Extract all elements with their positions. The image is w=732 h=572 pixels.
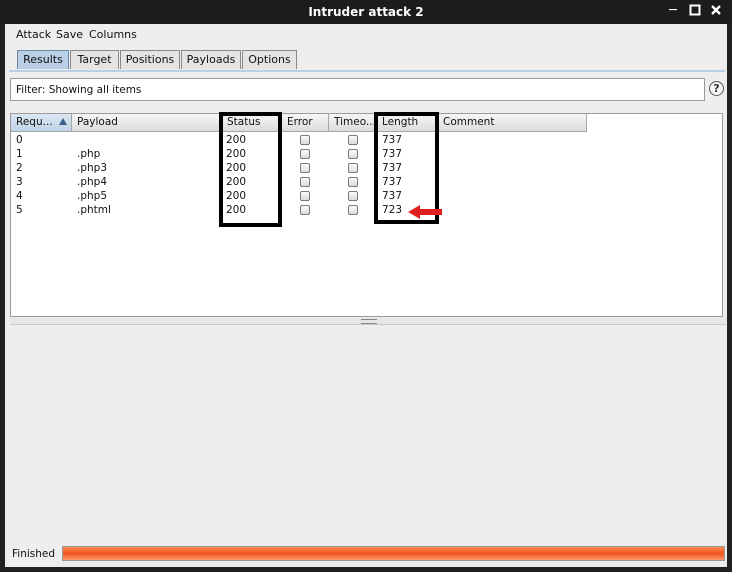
column-header-payload[interactable]: Payload: [72, 114, 222, 131]
table-row[interactable]: 3 .php4 200 737: [11, 175, 587, 189]
cell-length: 723: [382, 204, 403, 216]
table-row[interactable]: 0 200 737: [11, 133, 587, 147]
timeout-checkbox[interactable]: [348, 149, 358, 159]
menu-columns[interactable]: Columns: [89, 28, 137, 41]
table-row[interactable]: 4 .php5 200 737: [11, 189, 587, 203]
error-checkbox[interactable]: [300, 177, 310, 187]
filter-text: Filter: Showing all items: [16, 84, 142, 96]
cell-length: 737: [382, 190, 403, 202]
menu-attack[interactable]: Attack: [16, 28, 51, 41]
error-checkbox[interactable]: [300, 205, 310, 215]
table-row[interactable]: 2 .php3 200 737: [11, 161, 587, 175]
cell-request: 2: [16, 162, 23, 174]
cell-status: 200: [226, 204, 247, 216]
progress-bar: [62, 546, 725, 561]
table-row[interactable]: 1 .php 200 737: [11, 147, 587, 161]
cell-request: 5: [16, 204, 23, 216]
status-bar: Finished: [5, 542, 727, 566]
help-icon[interactable]: ?: [709, 81, 724, 96]
progress-fill: [63, 547, 724, 560]
column-header-timeout[interactable]: Timeo...: [329, 114, 377, 131]
tab-underline: [9, 70, 725, 72]
timeout-checkbox[interactable]: [348, 177, 358, 187]
cell-payload: .php4: [77, 176, 108, 188]
tab-results[interactable]: Results: [17, 50, 69, 69]
cell-status: 200: [226, 162, 247, 174]
column-header-length[interactable]: Length: [377, 114, 438, 131]
cell-length: 737: [382, 162, 403, 174]
timeout-checkbox[interactable]: [348, 135, 358, 145]
sort-ascending-icon: [59, 118, 67, 125]
cell-status: 200: [226, 190, 247, 202]
tab-options[interactable]: Options: [242, 50, 297, 69]
request-response-pane: [8, 325, 726, 535]
cell-status: 200: [226, 134, 247, 146]
timeout-checkbox[interactable]: [348, 205, 358, 215]
column-header-request-label: Requ...: [16, 116, 53, 128]
tab-strip: Results Target Positions Payloads Option…: [5, 46, 727, 72]
maximize-icon[interactable]: [688, 4, 702, 18]
column-header-request[interactable]: Requ...: [11, 114, 72, 131]
cell-request: 0: [16, 134, 23, 146]
cell-payload: .php: [77, 148, 101, 160]
filter-bar[interactable]: Filter: Showing all items: [10, 78, 705, 101]
splitter-grip-icon[interactable]: [361, 319, 377, 324]
cell-request: 4: [16, 190, 23, 202]
minimize-icon[interactable]: ─: [666, 4, 680, 18]
error-checkbox[interactable]: [300, 135, 310, 145]
cell-status: 200: [226, 176, 247, 188]
title-bar[interactable]: Intruder attack 2 ─: [0, 0, 732, 24]
menu-bar: Attack Save Columns: [5, 24, 727, 46]
cell-length: 737: [382, 148, 403, 160]
cell-request: 1: [16, 148, 23, 160]
column-header-error[interactable]: Error: [282, 114, 329, 131]
intruder-attack-window: Intruder attack 2 ─ Attack Save Columns …: [0, 0, 732, 572]
results-table: Requ... Payload Status Error Timeo... Le…: [10, 113, 723, 317]
tab-target[interactable]: Target: [70, 50, 119, 69]
table-row[interactable]: 5 .phtml 200 723: [11, 203, 587, 217]
menu-save[interactable]: Save: [56, 28, 83, 41]
cell-length: 737: [382, 176, 403, 188]
timeout-checkbox[interactable]: [348, 191, 358, 201]
cell-length: 737: [382, 134, 403, 146]
close-icon[interactable]: [709, 4, 723, 18]
tab-positions[interactable]: Positions: [120, 50, 180, 69]
error-checkbox[interactable]: [300, 191, 310, 201]
error-checkbox[interactable]: [300, 149, 310, 159]
cell-payload: .php3: [77, 162, 108, 174]
error-checkbox[interactable]: [300, 163, 310, 173]
window-title: Intruder attack 2: [308, 5, 424, 19]
cell-payload: .phtml: [77, 204, 111, 216]
tab-payloads[interactable]: Payloads: [181, 50, 241, 69]
column-header-status[interactable]: Status: [222, 114, 282, 131]
timeout-checkbox[interactable]: [348, 163, 358, 173]
cell-status: 200: [226, 148, 247, 160]
cell-payload: .php5: [77, 190, 108, 202]
status-text: Finished: [12, 548, 56, 560]
table-header: Requ... Payload Status Error Timeo... Le…: [11, 114, 587, 132]
pane-splitter[interactable]: [10, 318, 726, 325]
column-header-comment[interactable]: Comment: [438, 114, 587, 131]
cell-request: 3: [16, 176, 23, 188]
window-content: Attack Save Columns Results Target Posit…: [5, 24, 727, 567]
